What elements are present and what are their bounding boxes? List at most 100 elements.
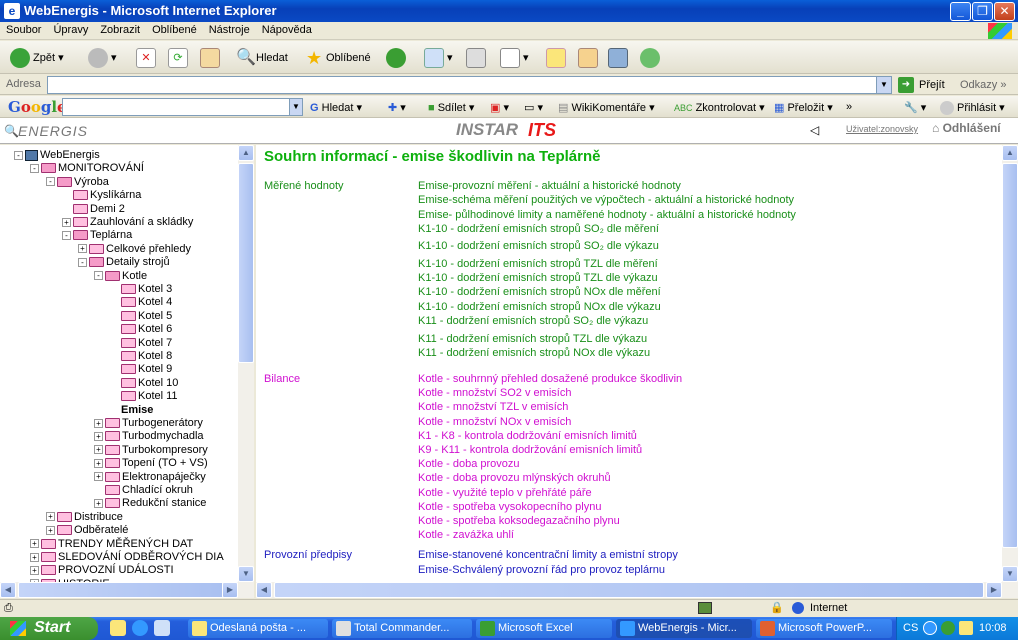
section-link[interactable]: K11 - dodržení emisních stropů NOx dle v… bbox=[418, 347, 650, 359]
tree-node[interactable]: Kotel 8 bbox=[110, 350, 172, 363]
favorites-button[interactable]: ★ Oblíbené bbox=[306, 47, 371, 69]
section-link[interactable]: K9 - K11 - kontrola dodržování emisních … bbox=[418, 444, 642, 456]
google-popup-button[interactable]: ▣ ▾ bbox=[490, 101, 509, 114]
mail-button[interactable]: ▾ bbox=[424, 47, 453, 69]
tree-node[interactable]: - Teplárna bbox=[62, 229, 132, 242]
language-indicator[interactable]: CS bbox=[903, 622, 918, 634]
section-link[interactable]: K1-10 - dodržení emisních stropů NOx dle… bbox=[418, 286, 661, 298]
tree-node[interactable]: + Odběratelé bbox=[46, 524, 128, 537]
tree-horizontal-scrollbar[interactable]: ◀ ▶ bbox=[0, 582, 254, 598]
network-tray-icon[interactable] bbox=[923, 621, 937, 635]
expand-icon[interactable]: + bbox=[94, 498, 103, 508]
scroll-down-icon[interactable]: ▼ bbox=[238, 566, 254, 582]
section-link[interactable]: K1-10 - dodržení emisních stropů NOx dle… bbox=[418, 301, 661, 313]
section-link[interactable]: K1-10 - dodržení emisních stropů TZL dle… bbox=[418, 258, 658, 270]
search-button[interactable]: 🔍Hledat bbox=[236, 47, 288, 69]
tree-node[interactable]: - WebEnergis bbox=[14, 149, 100, 162]
collapse-icon[interactable]: - bbox=[30, 163, 39, 173]
collapse-icon[interactable]: - bbox=[78, 257, 87, 267]
refresh-button[interactable]: ⟳ bbox=[168, 47, 188, 69]
scroll-up-icon[interactable]: ▲ bbox=[238, 145, 254, 161]
section-link[interactable]: Emise-schéma měření použitých ve výpočte… bbox=[418, 194, 794, 206]
tree-node[interactable]: + Turbodmychadla bbox=[94, 430, 204, 443]
tree-node[interactable]: Kotel 7 bbox=[110, 337, 172, 350]
links-button[interactable]: Odkazy » bbox=[960, 79, 1006, 91]
section-link[interactable]: Emise-Schválený provozní řád pro provoz … bbox=[418, 564, 665, 576]
task-powerpoint[interactable]: Microsoft PowerP... bbox=[756, 619, 892, 638]
expand-icon[interactable]: + bbox=[62, 217, 71, 227]
google-translate-button[interactable]: ▦ Přeložit ▾ bbox=[774, 101, 833, 114]
scroll-left-icon[interactable]: ◀ bbox=[256, 582, 272, 598]
tree-node[interactable]: + Redukční stanice bbox=[94, 497, 206, 510]
tree-node[interactable]: - Kotle bbox=[94, 270, 147, 283]
tree-node[interactable]: Kotel 6 bbox=[110, 323, 172, 336]
tree-node[interactable]: Emise bbox=[110, 404, 153, 417]
google-plus-button[interactable]: ✚ ▾ bbox=[388, 101, 406, 114]
address-dropdown-icon[interactable]: ▼ bbox=[876, 76, 892, 94]
collapse-icon[interactable]: - bbox=[14, 150, 23, 160]
tree-node[interactable]: + Celkové přehledy bbox=[78, 243, 191, 256]
scroll-right-icon[interactable]: ▶ bbox=[986, 582, 1002, 598]
google-dropdown-icon[interactable]: ▼ bbox=[289, 98, 303, 116]
tree-node[interactable]: Kotel 9 bbox=[110, 363, 172, 376]
tree-node[interactable]: - Výroba bbox=[46, 176, 109, 189]
content-horizontal-scrollbar[interactable]: ◀ ▶ bbox=[256, 582, 1018, 598]
expand-icon[interactable]: + bbox=[94, 418, 103, 428]
expand-icon[interactable]: + bbox=[94, 472, 103, 482]
google-search-button[interactable]: G Hledat ▾ bbox=[310, 101, 362, 114]
section-link[interactable]: Kotle - množství TZL v emisích bbox=[418, 401, 568, 413]
menu-item-napoveda[interactable]: Nápověda bbox=[256, 22, 318, 36]
tree-node[interactable]: + Zauhlování a skládky bbox=[62, 216, 193, 229]
expand-icon[interactable]: + bbox=[30, 539, 39, 549]
section-link[interactable]: K11 - dodržení emisních stropů TZL dle v… bbox=[418, 333, 647, 345]
expand-icon[interactable]: + bbox=[94, 431, 103, 441]
expand-icon[interactable]: + bbox=[94, 445, 103, 455]
address-input[interactable] bbox=[47, 76, 877, 94]
collapse-icon[interactable]: - bbox=[62, 230, 71, 240]
tree-node[interactable]: + PROVOZNÍ UDÁLOSTI bbox=[30, 564, 174, 577]
menu-item-nastroje[interactable]: Nástroje bbox=[203, 22, 256, 36]
research-button[interactable] bbox=[578, 47, 598, 69]
task-total-commander[interactable]: Total Commander... bbox=[332, 619, 472, 638]
section-link[interactable]: Emise-provozní měření - aktuální a histo… bbox=[418, 180, 681, 192]
tree-node[interactable]: Kotel 5 bbox=[110, 310, 172, 323]
scroll-up-icon[interactable]: ▲ bbox=[1002, 145, 1018, 161]
go-button[interactable]: Přejít bbox=[919, 79, 945, 91]
history-button[interactable] bbox=[386, 47, 409, 69]
print-button[interactable] bbox=[466, 47, 486, 69]
menu-item-soubor[interactable]: Soubor bbox=[0, 22, 47, 36]
maximize-button[interactable]: ❐ bbox=[972, 2, 993, 21]
expand-icon[interactable]: + bbox=[46, 525, 55, 535]
messenger-button[interactable] bbox=[640, 47, 660, 69]
google-spellcheck-button[interactable]: ABC Zkontrolovat ▾ bbox=[674, 101, 765, 114]
tree-node[interactable]: - MONITOROVÁNÍ bbox=[30, 162, 144, 175]
collapse-icon[interactable]: - bbox=[94, 271, 103, 281]
task-excel[interactable]: Microsoft Excel bbox=[476, 619, 612, 638]
forward-button[interactable]: ▾ bbox=[88, 47, 117, 69]
section-link[interactable]: Kotle - souhrnný přehled dosažené produk… bbox=[418, 373, 682, 385]
media-button[interactable] bbox=[608, 47, 628, 69]
tree-hscroll-thumb[interactable] bbox=[18, 582, 238, 598]
section-link[interactable]: K1-10 - dodržení emisních stropů SO₂ dle… bbox=[418, 223, 659, 235]
tree-node[interactable]: - Detaily strojů bbox=[78, 256, 170, 269]
section-link[interactable]: Kotle - množství SO2 v emisích bbox=[418, 387, 571, 399]
tree-node[interactable]: Kotel 3 bbox=[110, 283, 172, 296]
tree-node[interactable]: + Turbokompresory bbox=[94, 444, 208, 457]
menu-item-upravy[interactable]: Úpravy bbox=[47, 22, 94, 36]
tree-node[interactable]: Demi 2 bbox=[62, 203, 125, 216]
expand-icon[interactable]: + bbox=[30, 565, 39, 575]
notes-button[interactable] bbox=[546, 47, 566, 69]
section-link[interactable]: Emise-stanovené koncentrační limity a em… bbox=[418, 549, 678, 561]
content-hscroll-thumb[interactable] bbox=[274, 582, 984, 598]
google-login-button[interactable]: Přihlásit ▾ bbox=[940, 101, 1005, 116]
section-link[interactable]: K11 - dodržení emisních stropů SO₂ dle v… bbox=[418, 315, 648, 327]
menu-item-zobrazit[interactable]: Zobrazit bbox=[94, 22, 146, 36]
collapse-icon[interactable]: - bbox=[46, 177, 55, 187]
quicklaunch-desktop-icon[interactable] bbox=[154, 620, 170, 636]
task-webenergis[interactable]: WebEnergis - Micr... bbox=[616, 619, 752, 638]
edit-button[interactable]: ▾ bbox=[500, 47, 529, 69]
google-settings-button[interactable]: 🔧 ▾ bbox=[904, 101, 926, 114]
scroll-down-icon[interactable]: ▼ bbox=[1002, 566, 1018, 582]
expand-icon[interactable]: + bbox=[94, 458, 103, 468]
content-scroll-thumb[interactable] bbox=[1002, 163, 1018, 548]
